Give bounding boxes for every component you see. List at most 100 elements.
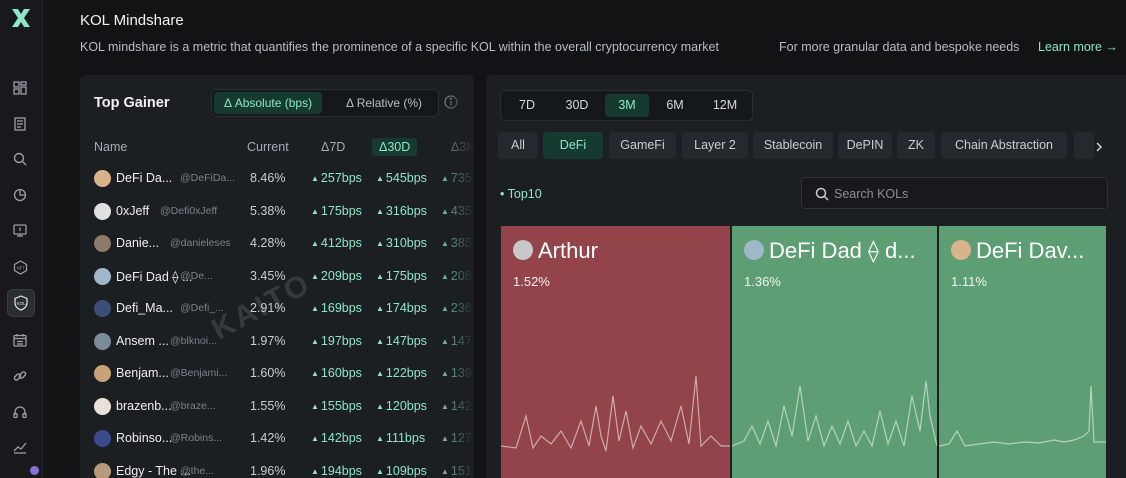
period-30d[interactable]: 30D (555, 94, 599, 117)
delta-30d-value: 109bps (385, 463, 427, 478)
table-row[interactable]: Robinso... @Robins... 1.42% ▲ 142bps ▲ 111bps ▲… (80, 423, 474, 455)
treemap-tile[interactable]: DeFi Dad ⟠ d... 1.36% (732, 226, 937, 478)
delta-7d: ▲ 175bps (311, 204, 362, 218)
table-row[interactable]: Ansem ... @blknoi... 1.97% ▲ 197bps ▲ 147bps ▲ 1… (80, 326, 474, 358)
category-layer-2[interactable]: Layer 2 (682, 132, 748, 159)
kol-handle: @Benjami... (170, 367, 228, 379)
current-value: 1.42% (250, 431, 286, 445)
table-row[interactable]: Danie...@danieleses...4.28%▲412bps▲310bp… (80, 228, 474, 260)
sparkline (939, 385, 1106, 447)
delta-30d-value: 310bps (385, 236, 427, 250)
table-row[interactable]: DeFi Da... @DeFiDa... 8.46% ▲ 257bps ▲ 545bps ▲… (80, 163, 474, 195)
absolute-bps-option[interactable]: Δ Absolute (bps) (214, 92, 323, 114)
chevron-right-icon[interactable] (1092, 140, 1106, 154)
up-triangle-icon: ▲ (376, 304, 384, 313)
current-value: 1.60% (250, 366, 286, 380)
delta-30d-value: 120bps (385, 398, 427, 413)
kol-icon[interactable]: KOL (7, 289, 35, 317)
delta-30d-value: 545bps (385, 171, 427, 185)
mindshare-panel: 7D 30D 3M 6M 12M All DeFi GameFi Layer 2 Stablec… (486, 75, 1126, 478)
top10-label[interactable]: • Top10 (500, 187, 542, 201)
treemap-tile[interactable]: DeFi Dav... 1.11% (939, 226, 1106, 478)
tile-name: DeFi Dav... (976, 238, 1085, 263)
period-7d[interactable]: 7D (505, 94, 549, 117)
info-icon[interactable] (444, 95, 458, 109)
delta-7d-value: 412bps (320, 236, 362, 250)
delta-30d-value: 174bps (385, 301, 427, 315)
table-row[interactable]: Benjam... @Benjami... 1.60% ▲ 160bps ▲ 122bps ▲… (80, 358, 474, 390)
category-depin[interactable]: DePIN (838, 132, 892, 159)
up-triangle-icon: ▲ (376, 174, 384, 183)
delta-3m: ▲ 735 (441, 171, 472, 185)
current-value: 8.46% (250, 171, 286, 185)
category-gamefi[interactable]: GameFi (609, 132, 676, 159)
avatar (94, 170, 111, 187)
column-name[interactable]: Name (94, 140, 127, 154)
learn-more-link[interactable]: Learn more → (1038, 40, 1118, 54)
search-icon[interactable] (10, 149, 30, 169)
delta-7d-value: 209bps (320, 268, 362, 283)
headphones-icon[interactable] (10, 402, 30, 422)
category-overflow[interactable] (1074, 132, 1094, 159)
delta-3m: ▲ 147 (441, 334, 472, 348)
avatar (94, 430, 111, 447)
document-icon[interactable] (10, 114, 30, 134)
period-3m[interactable]: 3M (605, 94, 649, 117)
tile-name-row: Arthur (513, 238, 598, 264)
treemap-tile[interactable]: Arthur 1.52% (501, 226, 730, 478)
nft-icon[interactable]: NFT (10, 257, 30, 277)
column-30d[interactable]: Δ30D (372, 138, 418, 156)
svg-text:KOL: KOL (17, 301, 26, 306)
avatar (513, 240, 533, 260)
delta-7d: ▲ 142bps (311, 431, 362, 445)
period-12m[interactable]: 12M (703, 94, 747, 117)
pie-chart-icon[interactable] (10, 185, 30, 205)
column-7d[interactable]: Δ7D (321, 140, 345, 154)
period-6m[interactable]: 6M (653, 94, 697, 117)
kol-handle: @danieleses... (170, 237, 230, 249)
delta-7d-value: 257bps (320, 171, 362, 185)
up-triangle-icon: ▲ (376, 271, 384, 281)
up-triangle-icon: ▲ (441, 369, 449, 378)
table-row[interactable]: brazenb... @braze... 1.55% ▲ 155bps ▲ 120bps ▲ 1… (80, 391, 474, 423)
kol-handle: @Robins... (170, 432, 223, 444)
up-triangle-icon: ▲ (311, 336, 319, 346)
up-triangle-icon: ▲ (376, 239, 384, 248)
delta-7d-value: 155bps (320, 398, 362, 413)
link-icon[interactable] (10, 366, 30, 386)
tile-percent: 1.36% (744, 274, 781, 289)
search-kols-input[interactable] (834, 184, 1094, 204)
user-avatar[interactable] (30, 466, 39, 475)
relative-pct-option[interactable]: Δ Relative (%) (336, 92, 432, 114)
calendar-icon[interactable] (10, 330, 30, 350)
kol-handle: @DeFiDa... (180, 172, 236, 184)
tile-name: Arthur (538, 238, 598, 263)
column-3m[interactable]: Δ3M (451, 140, 474, 154)
delta-3m: ▲ 127 (441, 431, 472, 445)
table-row[interactable]: Edgy - The ... @the... 1.96% ▲ 194bps ▲ 109bps… (80, 456, 474, 478)
chart-icon[interactable] (10, 437, 30, 457)
column-current[interactable]: Current (247, 140, 289, 154)
dashboard-icon[interactable] (10, 78, 30, 98)
current-value: 1.96% (250, 463, 286, 478)
delta-3m: ▲ 151 (441, 464, 472, 478)
up-triangle-icon: ▲ (441, 434, 449, 443)
tile-percent: 1.52% (513, 274, 550, 289)
category-chain-abstraction[interactable]: Chain Abstraction (941, 132, 1067, 159)
delta-3m-value: 147 (450, 333, 472, 348)
avatar (744, 240, 764, 260)
category-stablecoin[interactable]: Stablecoin (753, 132, 833, 159)
table-row[interactable]: 0xJeff @Defi0xJeff 5.38% ▲ 175bps ▲ 316bps ▲ 435 (80, 196, 474, 228)
delta-3m: ▲ 385 (441, 236, 472, 250)
delta-30d-value: 122bps (385, 366, 427, 380)
kaito-logo-icon[interactable] (10, 7, 32, 29)
category-defi[interactable]: DeFi (543, 132, 603, 159)
news-icon[interactable] (10, 220, 30, 240)
page-description: KOL mindshare is a metric that quantifie… (80, 40, 719, 54)
category-all[interactable]: All (498, 132, 538, 159)
delta-7d-value: 160bps (320, 366, 362, 380)
delta-3m-value: 208 (450, 268, 472, 283)
search-kols-box (801, 177, 1108, 209)
category-zk[interactable]: ZK (897, 132, 935, 159)
delta-7d: ▲ 155bps (311, 399, 362, 413)
